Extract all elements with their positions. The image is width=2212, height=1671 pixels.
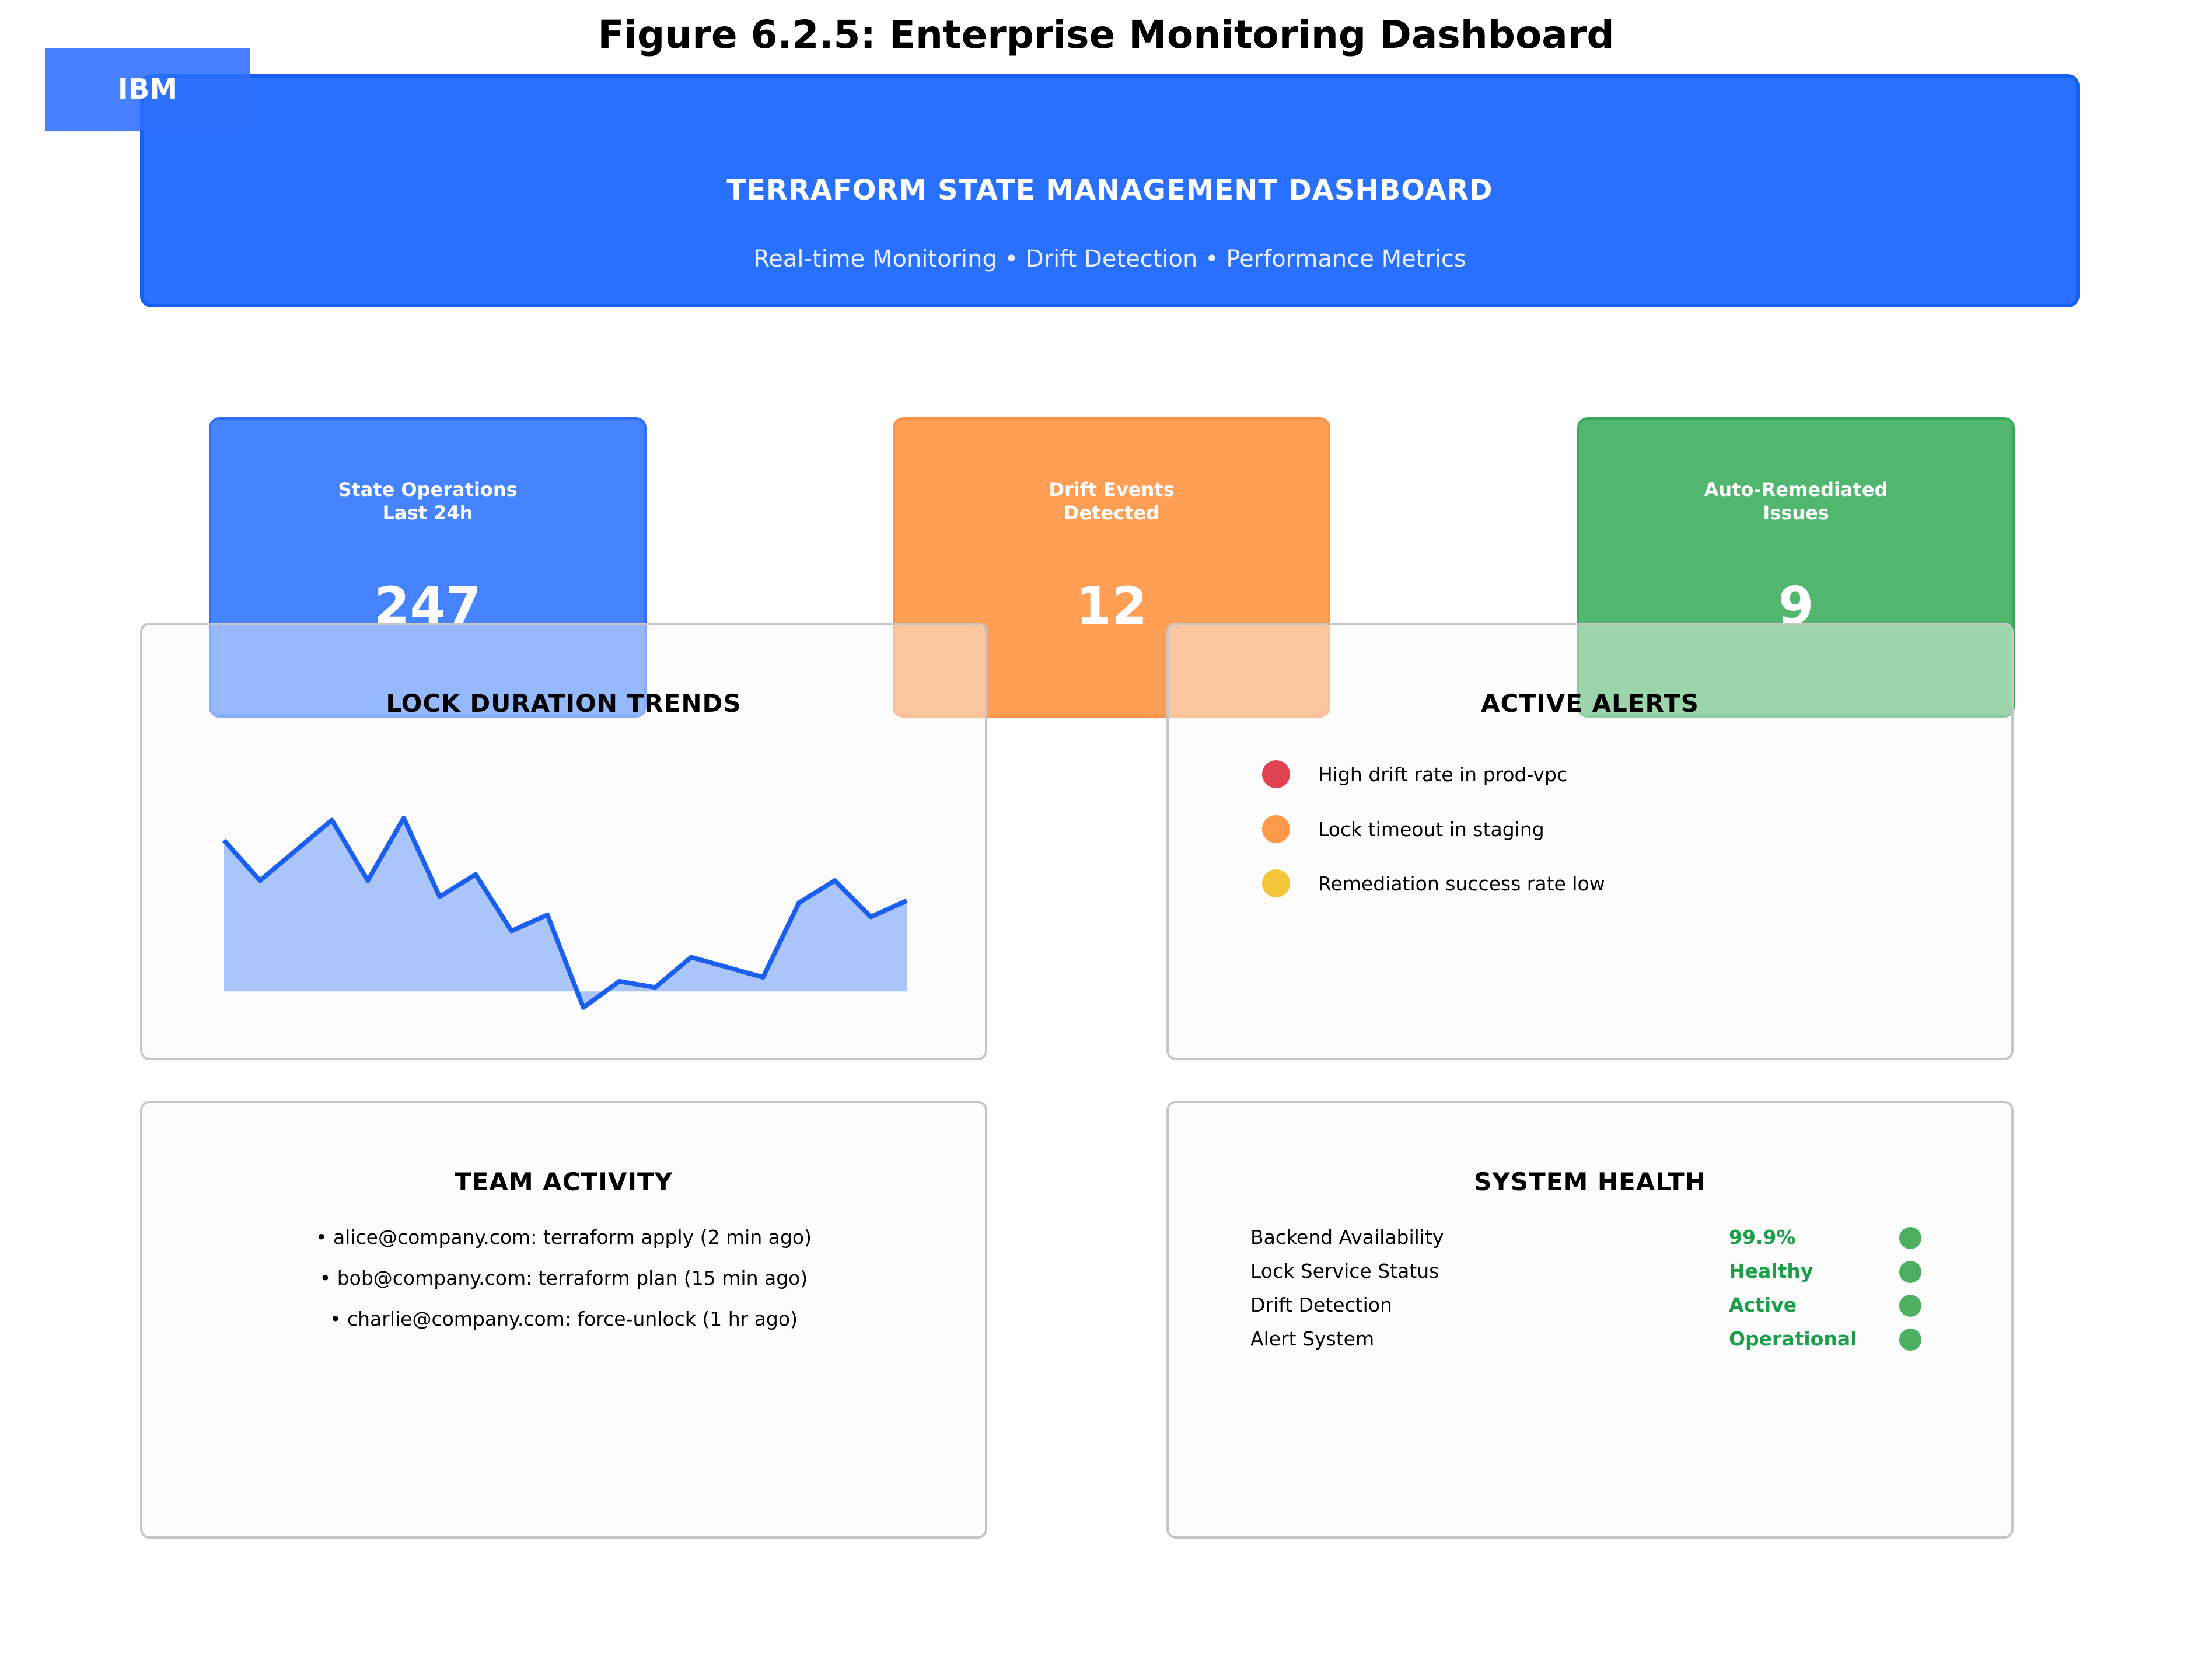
health-status-dot bbox=[1899, 1295, 1921, 1317]
alert-severity-dot bbox=[1262, 869, 1290, 897]
alert-severity-dot bbox=[1262, 760, 1290, 788]
alert-text: High drift rate in prod-vpc bbox=[1318, 763, 1568, 786]
health-value: 99.9% bbox=[1729, 1226, 1796, 1249]
health-label: Alert System bbox=[1250, 1327, 1375, 1350]
health-status-dot bbox=[1899, 1261, 1921, 1283]
kpi-label: Auto-Remediated Issues bbox=[1704, 478, 1888, 524]
panel-title: TEAM ACTIVITY bbox=[454, 1167, 673, 1196]
dashboard-subtitle: Real-time Monitoring • Drift Detection •… bbox=[753, 246, 1466, 272]
trend-area bbox=[224, 818, 907, 1008]
system-health-panel: SYSTEM HEALTH Backend Availability 99.9%… bbox=[1166, 1101, 2014, 1539]
health-label: Backend Availability bbox=[1250, 1226, 1444, 1249]
alert-item[interactable]: Remediation success rate low bbox=[1262, 866, 1605, 901]
health-status-dot bbox=[1899, 1227, 1921, 1249]
alert-item[interactable]: Lock timeout in staging bbox=[1262, 812, 1544, 847]
header-banner: TERRAFORM STATE MANAGEMENT DASHBOARD Rea… bbox=[140, 74, 2080, 307]
figure-title: Figure 6.2.5: Enterprise Monitoring Dash… bbox=[597, 12, 1615, 57]
lock-duration-chart bbox=[222, 816, 908, 1010]
activity-item[interactable]: • bob@company.com: terraform plan (15 mi… bbox=[142, 1267, 985, 1289]
alert-item[interactable]: High drift rate in prod-vpc bbox=[1262, 757, 1567, 792]
active-alerts-panel: ACTIVE ALERTS High drift rate in prod-vp… bbox=[1166, 623, 2014, 1060]
panel-title: SYSTEM HEALTH bbox=[1474, 1167, 1706, 1196]
kpi-label: State Operations Last 24h bbox=[338, 478, 518, 524]
ibm-logo: IBM bbox=[45, 48, 250, 131]
health-value: Active bbox=[1729, 1294, 1797, 1316]
kpi-label: Drift Events Detected bbox=[1049, 478, 1175, 524]
health-value: Healthy bbox=[1729, 1260, 1813, 1282]
alert-severity-dot bbox=[1262, 815, 1290, 843]
activity-item[interactable]: • charlie@company.com: force-unlock (1 h… bbox=[142, 1308, 985, 1330]
alert-text: Remediation success rate low bbox=[1318, 872, 1605, 895]
health-label: Lock Service Status bbox=[1250, 1260, 1439, 1282]
health-status-dot bbox=[1899, 1329, 1921, 1351]
dashboard-title: TERRAFORM STATE MANAGEMENT DASHBOARD bbox=[726, 174, 1493, 207]
lock-duration-panel: LOCK DURATION TRENDS bbox=[140, 623, 987, 1060]
team-activity-panel: TEAM ACTIVITY • alice@company.com: terra… bbox=[140, 1101, 987, 1539]
panel-title: ACTIVE ALERTS bbox=[1481, 689, 1699, 718]
health-value: Operational bbox=[1729, 1327, 1857, 1350]
health-label: Drift Detection bbox=[1250, 1294, 1392, 1316]
alert-text: Lock timeout in staging bbox=[1318, 817, 1544, 841]
activity-item[interactable]: • alice@company.com: terraform apply (2 … bbox=[142, 1226, 985, 1249]
